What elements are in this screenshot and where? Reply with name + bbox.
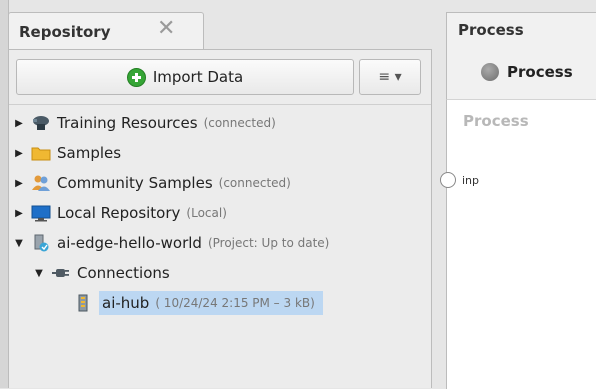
collapse-arrow-icon[interactable]: ▼ [33,268,45,279]
tree-item-label: Community Samples [57,174,213,192]
hamburger-menu-icon: ≡ ▾ [378,69,402,85]
tree-item-connections[interactable]: ▼ Connections [33,260,170,286]
expand-arrow-icon[interactable]: ▶ [13,178,25,189]
expand-arrow-icon[interactable]: ▶ [13,208,25,219]
users-icon [31,174,51,192]
input-port-label: inp [462,174,480,187]
folder-icon [31,144,51,162]
process-root-breadcrumb[interactable]: Process [481,63,573,81]
input-port[interactable] [440,172,456,188]
collapse-arrow-icon[interactable]: ▼ [13,238,25,249]
selected-item-highlight[interactable]: ai-hub ( 10/24/24 2:15 PM – 3 kB) [99,291,323,315]
monitor-icon [31,204,51,222]
tree-item-status: (connected) [218,176,291,190]
tree-item-label: Samples [57,144,122,162]
plus-icon [126,67,146,87]
tree-item-ai-hub[interactable]: ai-hub ( 10/24/24 2:15 PM – 3 kB) [73,290,323,316]
import-data-label: Import Data [152,68,244,86]
repository-tree: ▶ Training Resources (connected) ▶ Sampl… [9,104,431,388]
tree-item-local-repository[interactable]: ▶ Local Repository (Local) [13,200,227,226]
tree-item-label: Training Resources [57,114,198,132]
tree-item-samples[interactable]: ▶ Samples [13,140,121,166]
expand-arrow-icon[interactable]: ▶ [13,118,25,129]
expand-arrow-icon[interactable]: ▶ [13,148,25,159]
repository-tab-title: Repository [19,23,111,41]
tree-item-status: ( 10/24/24 2:15 PM – 3 kB) [155,296,315,310]
tree-item-status: (Project: Up to date) [207,236,330,250]
tree-item-status: (Local) [186,206,227,220]
process-root-label: Process [507,63,573,81]
tree-item-training-resources[interactable]: ▶ Training Resources (connected) [13,110,276,136]
tree-item-status: (connected) [203,116,276,130]
tree-item-ai-edge-hello-world[interactable]: ▼ ai-edge-hello-world (Project: Up to da… [13,230,329,256]
tree-item-label: ai-edge-hello-world [57,234,202,252]
close-icon[interactable]: ✕ [157,18,175,40]
plug-icon [51,264,71,282]
connection-file-icon [73,294,93,312]
tree-item-label: Connections [77,264,170,282]
tree-item-label: ai-hub [102,294,150,312]
process-panel-title: Process [458,21,524,39]
repository-tab[interactable]: Repository ✕ [8,12,204,50]
repository-menu-button[interactable]: ≡ ▾ [359,59,421,95]
cloud-server-icon [31,114,51,132]
import-data-button[interactable]: Import Data [16,59,354,95]
project-icon [31,234,51,252]
process-icon [481,63,499,81]
tree-item-label: Local Repository [57,204,181,222]
tree-item-community-samples[interactable]: ▶ Community Samples (connected) [13,170,291,196]
process-canvas-label: Process [463,112,529,130]
